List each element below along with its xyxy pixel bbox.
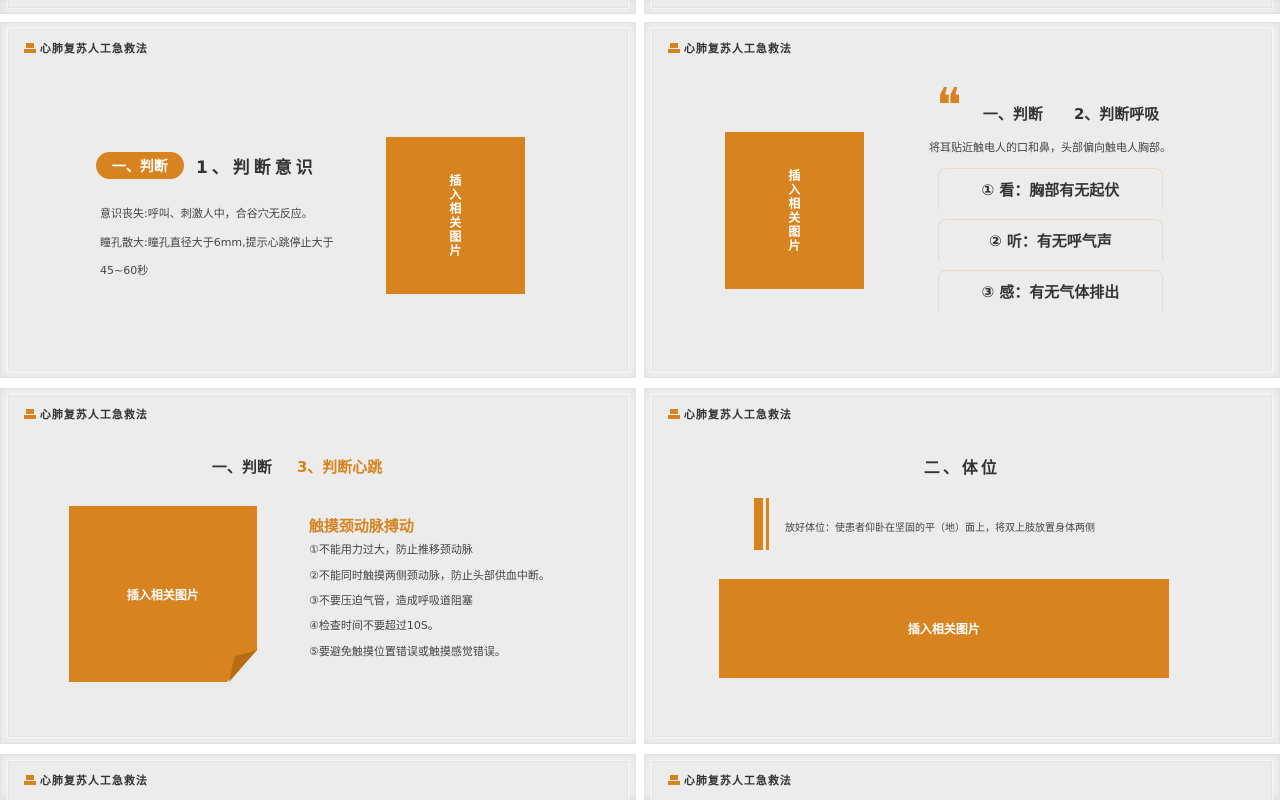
brand-logo-icon <box>668 775 680 785</box>
text-line-1: 意识丧失:呼叫、刺激人中，合谷穴无反应。 <box>100 207 313 220</box>
brand-logo-icon <box>24 43 36 53</box>
brand-title: 心肺复苏人工急救法 <box>40 774 148 787</box>
description: 将耳贴近触电人的口和鼻，头部偏向触电人胸部。 <box>929 141 1171 154</box>
brand-title: 心肺复苏人工急救法 <box>40 408 148 421</box>
title-part-a: 一、判断 <box>212 458 273 476</box>
brand-logo-icon <box>668 409 680 419</box>
brand-header: 心肺复苏人工急救法 <box>668 406 792 422</box>
brand-logo-icon <box>24 409 36 419</box>
list-item: ①不能用力过大，防止推移颈动脉 <box>309 543 473 556</box>
description: 放好体位：使患者仰卧在坚固的平（地）面上，将双上肢放置身体两侧 <box>785 523 1095 534</box>
title-part-a: 一、判断 <box>983 105 1044 123</box>
quote-icon: ❝ <box>936 78 962 134</box>
brand-title: 心肺复苏人工急救法 <box>684 774 792 787</box>
brand-logo-icon <box>668 43 680 53</box>
list-item: ②不能同时触摸两侧颈动脉，防止头部供血中断。 <box>309 569 550 582</box>
check-item-feel: ③ 感：有无气体排出 <box>938 270 1163 312</box>
title-part-b: 3、判断心跳 <box>297 458 383 476</box>
slide-heading: 1、判断意识 <box>196 158 317 178</box>
title-part-b: 2、判断呼吸 <box>1074 105 1160 123</box>
brand-title: 心肺复苏人工急救法 <box>40 42 148 55</box>
brand-header: 心肺复苏人工急救法 <box>24 772 148 788</box>
brand-title: 心肺复苏人工急救法 <box>684 408 792 421</box>
brand-header: 心肺复苏人工急救法 <box>24 40 148 56</box>
image-placeholder[interactable]: 插入相关图片 <box>69 506 257 682</box>
brand-logo-icon <box>24 775 36 785</box>
slide-partial-bottom-left[interactable]: 心肺复苏人工急救法 <box>0 754 636 800</box>
text-line-3: 45~60秒 <box>100 264 149 277</box>
brand-title: 心肺复苏人工急救法 <box>684 42 792 55</box>
slide-partial-bottom-right[interactable]: 心肺复苏人工急救法 <box>644 754 1280 800</box>
slide-judge-breathing[interactable]: 心肺复苏人工急救法 插入相关图片 ❝ 一、判断 2、判断呼吸 将耳贴近触电人的口… <box>644 22 1280 378</box>
slide-judge-consciousness[interactable]: 心肺复苏人工急救法 一、判断 1、判断意识 意识丧失:呼叫、刺激人中，合谷穴无反… <box>0 22 636 378</box>
accent-bars <box>754 498 770 550</box>
brand-header: 心肺复苏人工急救法 <box>668 772 792 788</box>
text-line-2: 瞳孔散大:瞳孔直径大于6mm,提示心跳停止大于 <box>100 236 334 249</box>
slide-title: 二、体位 <box>923 458 1000 477</box>
slide-partial-top-left[interactable] <box>0 0 636 14</box>
list-item: ④检查时间不要超过10S。 <box>309 619 439 632</box>
slide-body-position[interactable]: 心肺复苏人工急救法 二、体位 放好体位：使患者仰卧在坚固的平（地）面上，将双上肢… <box>644 388 1280 744</box>
image-placeholder[interactable]: 插入相关图片 <box>725 132 864 289</box>
slide-partial-top-right[interactable] <box>644 0 1280 14</box>
brand-header: 心肺复苏人工急救法 <box>668 40 792 56</box>
brand-header: 心肺复苏人工急救法 <box>24 406 148 422</box>
list-item: ③不要压迫气管，造成呼吸道阻塞 <box>309 594 473 607</box>
check-item-look: ① 看：胸部有无起伏 <box>938 168 1163 210</box>
list-item: ⑤要避免触摸位置错误或触摸感觉错误。 <box>309 645 506 658</box>
image-placeholder[interactable]: 插入相关图片 <box>386 137 525 294</box>
check-item-listen: ② 听：有无呼气声 <box>938 219 1163 261</box>
subheading: 触摸颈动脉搏动 <box>309 517 415 535</box>
image-placeholder[interactable]: 插入相关图片 <box>719 579 1169 678</box>
section-pill: 一、判断 <box>96 152 184 179</box>
slide-judge-heartbeat[interactable]: 心肺复苏人工急救法 一、判断 3、判断心跳 插入相关图片 触摸颈动脉搏动 ①不能… <box>0 388 636 744</box>
